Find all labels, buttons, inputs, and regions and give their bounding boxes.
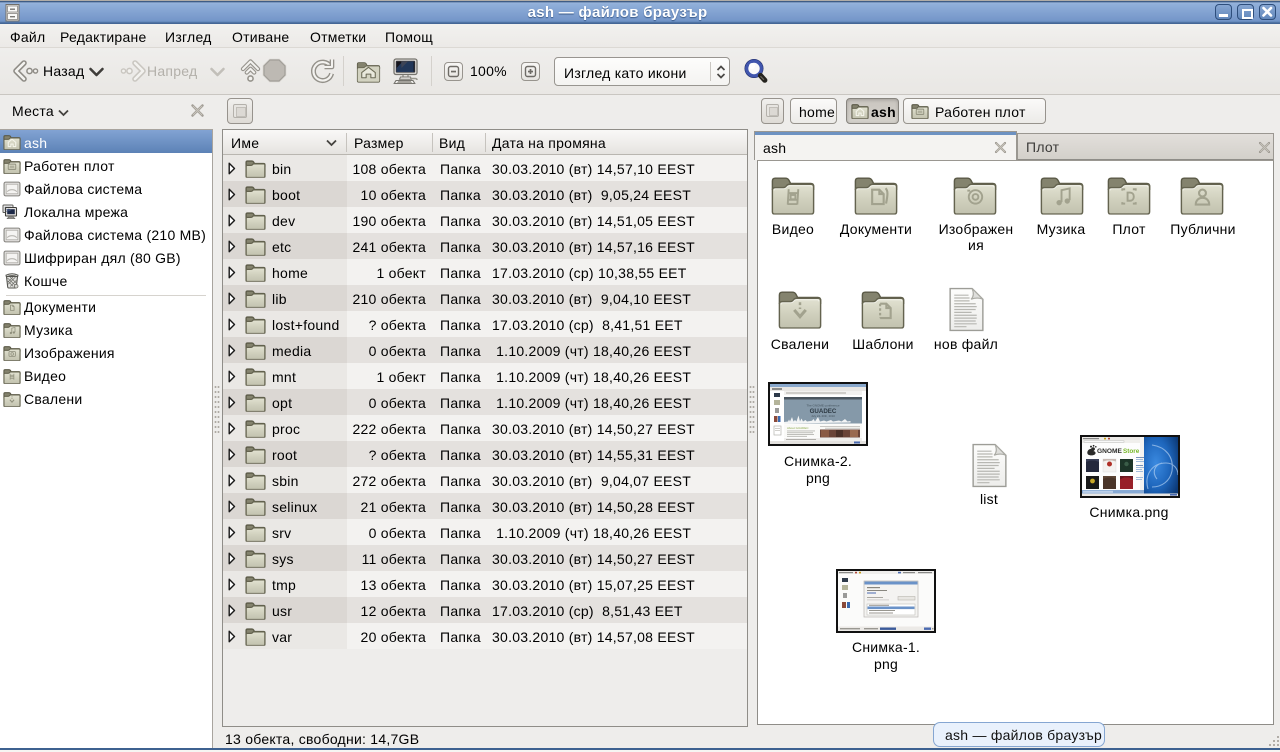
svg-text:Store: Store — [1123, 448, 1140, 455]
svg-text:July 24–30th, 2010: July 24–30th, 2010 — [811, 414, 835, 418]
svg-text:About GUADEC: About GUADEC — [787, 426, 809, 430]
svg-text:The GNOME conference: The GNOME conference — [806, 404, 839, 408]
svg-text:GNOME: GNOME — [1097, 448, 1123, 455]
